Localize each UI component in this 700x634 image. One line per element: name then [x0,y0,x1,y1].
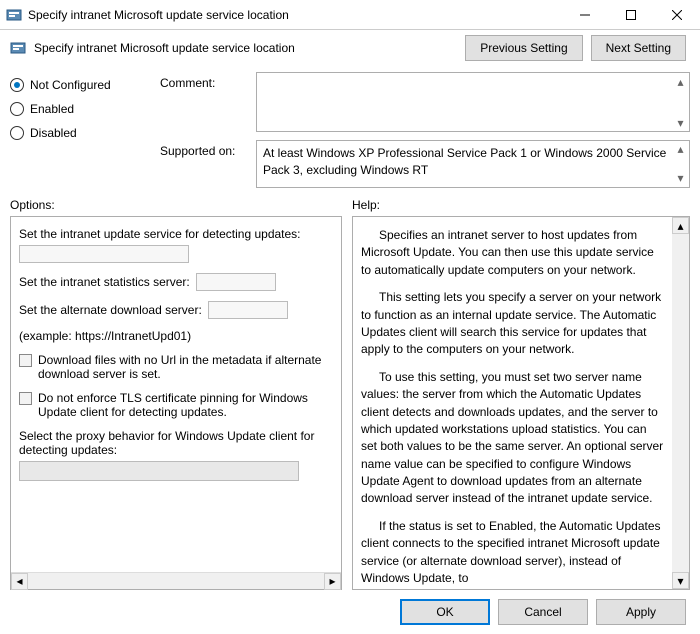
help-paragraph: If the status is set to Enabled, the Aut… [361,518,664,588]
state-radio-group: Not Configured Enabled Disabled [10,72,150,188]
close-button[interactable] [654,0,700,30]
scroll-up-icon[interactable]: ▴ [674,143,687,156]
alt-server-label: Set the alternate download server: [19,303,202,317]
previous-setting-button[interactable]: Previous Setting [465,35,582,61]
help-vscrollbar[interactable]: ▴ ▾ [672,217,689,589]
scroll-down-icon[interactable]: ▾ [674,172,687,185]
supported-on-label: Supported on: [160,140,248,158]
proxy-behavior-dropdown[interactable] [19,461,299,481]
apply-button[interactable]: Apply [596,599,686,625]
scroll-down-icon[interactable]: ▾ [672,572,689,589]
ok-button[interactable]: OK [400,599,490,625]
footer: OK Cancel Apply [0,590,700,634]
scroll-left-icon[interactable]: ◂ [11,573,28,590]
radio-icon [10,126,24,140]
supported-on-text: At least Windows XP Professional Service… [256,140,690,188]
comment-textarea[interactable]: ▴ ▾ [256,72,690,132]
comment-label: Comment: [160,72,248,90]
titlebar: Specify intranet Microsoft update servic… [0,0,700,30]
scroll-down-icon[interactable]: ▾ [674,116,687,129]
maximize-button[interactable] [608,0,654,30]
minimize-button[interactable] [562,0,608,30]
help-paragraph: To use this setting, you must set two se… [361,369,664,508]
help-paragraph: This setting lets you specify a server o… [361,289,664,359]
detect-server-label: Set the intranet update service for dete… [19,227,333,241]
radio-icon [10,78,24,92]
no-tls-pinning-checkbox[interactable] [19,392,32,405]
download-no-url-label: Download files with no Url in the metada… [38,353,333,381]
radio-icon [10,102,24,116]
options-label: Options: [10,198,342,212]
policy-icon [10,40,26,56]
cancel-button[interactable]: Cancel [498,599,588,625]
scroll-right-icon[interactable]: ▸ [324,573,341,590]
header: Specify intranet Microsoft update servic… [0,30,700,66]
next-setting-button[interactable]: Next Setting [591,35,686,61]
help-label: Help: [352,198,380,212]
scroll-track[interactable] [672,234,689,572]
example-text: (example: https://IntranetUpd01) [19,329,333,343]
options-panel: Set the intranet update service for dete… [10,216,342,590]
stats-server-input[interactable] [196,273,276,291]
app-icon [6,7,22,23]
stats-server-label: Set the intranet statistics server: [19,275,190,289]
scroll-up-icon[interactable]: ▴ [674,75,687,88]
no-tls-pinning-label: Do not enforce TLS certificate pinning f… [38,391,333,419]
policy-title: Specify intranet Microsoft update servic… [34,41,457,55]
help-panel: Specifies an intranet server to host upd… [352,216,690,590]
supported-on-value: At least Windows XP Professional Service… [263,146,666,177]
proxy-behavior-label: Select the proxy behavior for Windows Up… [19,429,333,457]
radio-disabled[interactable]: Disabled [10,126,150,140]
radio-enabled[interactable]: Enabled [10,102,150,116]
window-title: Specify intranet Microsoft update servic… [28,8,562,22]
radio-label: Not Configured [30,78,111,92]
help-text: Specifies an intranet server to host upd… [353,217,672,589]
radio-not-configured[interactable]: Not Configured [10,78,150,92]
detect-server-input[interactable] [19,245,189,263]
download-no-url-checkbox[interactable] [19,354,32,367]
options-hscrollbar[interactable]: ◂ ▸ [11,572,341,589]
radio-label: Disabled [30,126,77,140]
help-paragraph: Specifies an intranet server to host upd… [361,227,664,279]
alt-server-input[interactable] [208,301,288,319]
scroll-up-icon[interactable]: ▴ [672,217,689,234]
radio-label: Enabled [30,102,74,116]
